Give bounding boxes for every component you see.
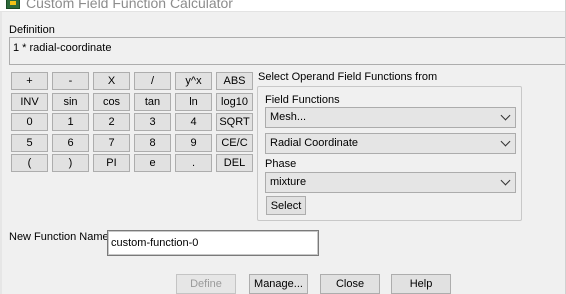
app-icon — [6, 0, 20, 9]
field-function-value: Radial Coordinate — [270, 137, 359, 149]
keypad-key[interactable]: log10 — [216, 93, 253, 111]
keypad-key[interactable]: SQRT — [216, 113, 253, 131]
keypad-key[interactable]: PI — [93, 154, 130, 172]
keypad-key[interactable]: y^x — [175, 72, 212, 90]
field-functions-label: Field Functions — [265, 94, 340, 106]
keypad-key[interactable]: 0 — [11, 113, 48, 131]
keypad-key[interactable]: cos — [93, 93, 130, 111]
keypad-key[interactable]: 8 — [134, 134, 171, 152]
keypad-key[interactable]: ( — [11, 154, 48, 172]
custom-field-function-dialog: Custom Field Function Calculator Definit… — [0, 0, 566, 294]
keypad-key[interactable]: 5 — [11, 134, 48, 152]
field-category-value: Mesh... — [270, 111, 307, 123]
keypad-key[interactable]: + — [11, 72, 48, 90]
keypad-key[interactable]: e — [134, 154, 171, 172]
keypad-key[interactable]: ln — [175, 93, 212, 111]
definition-display[interactable]: 1 * radial-coordinate — [9, 37, 566, 65]
keypad-key[interactable]: INV — [11, 93, 48, 111]
keypad-key[interactable]: tan — [134, 93, 171, 111]
keypad-key[interactable]: 2 — [93, 113, 130, 131]
phase-value: mixture — [270, 176, 307, 188]
keypad-key[interactable]: 9 — [175, 134, 212, 152]
chevron-down-icon — [500, 110, 511, 121]
define-button[interactable]: Define — [176, 274, 236, 294]
window-left-edge — [0, 0, 2, 294]
manage-button[interactable]: Manage... — [249, 274, 308, 294]
keypad-key[interactable]: . — [175, 154, 212, 172]
new-function-name-label: New Function Name — [9, 231, 109, 243]
keypad-key[interactable]: 6 — [52, 134, 89, 152]
title-bar[interactable]: Custom Field Function Calculator — [0, 0, 566, 12]
window-title: Custom Field Function Calculator — [26, 0, 233, 11]
keypad-key[interactable]: CE/C — [216, 134, 253, 152]
new-function-name-input[interactable] — [107, 230, 319, 256]
close-button[interactable]: Close — [320, 274, 380, 294]
keypad-key[interactable]: ) — [52, 154, 89, 172]
keypad-key[interactable]: 4 — [175, 113, 212, 131]
operand-heading: Select Operand Field Functions from — [258, 71, 438, 83]
keypad-key[interactable]: 3 — [134, 113, 171, 131]
chevron-down-icon — [500, 175, 511, 186]
chevron-down-icon — [500, 136, 511, 147]
phase-label: Phase — [265, 158, 297, 170]
keypad-key[interactable]: - — [52, 72, 89, 90]
keypad-key[interactable]: / — [134, 72, 171, 90]
phase-dropdown[interactable]: mixture — [265, 172, 516, 193]
keypad-key[interactable]: 7 — [93, 134, 130, 152]
field-function-dropdown[interactable]: Radial Coordinate — [265, 133, 516, 154]
keypad-key[interactable]: ABS — [216, 72, 253, 90]
field-category-dropdown[interactable]: Mesh... — [265, 107, 516, 128]
select-operand-button[interactable]: Select — [266, 196, 306, 215]
keypad-key[interactable]: 1 — [52, 113, 89, 131]
keypad-key[interactable]: DEL — [216, 154, 253, 172]
keypad-key[interactable]: X — [93, 72, 130, 90]
keypad-key[interactable]: sin — [52, 93, 89, 111]
definition-label: Definition — [9, 24, 55, 36]
help-button[interactable]: Help — [391, 274, 451, 294]
